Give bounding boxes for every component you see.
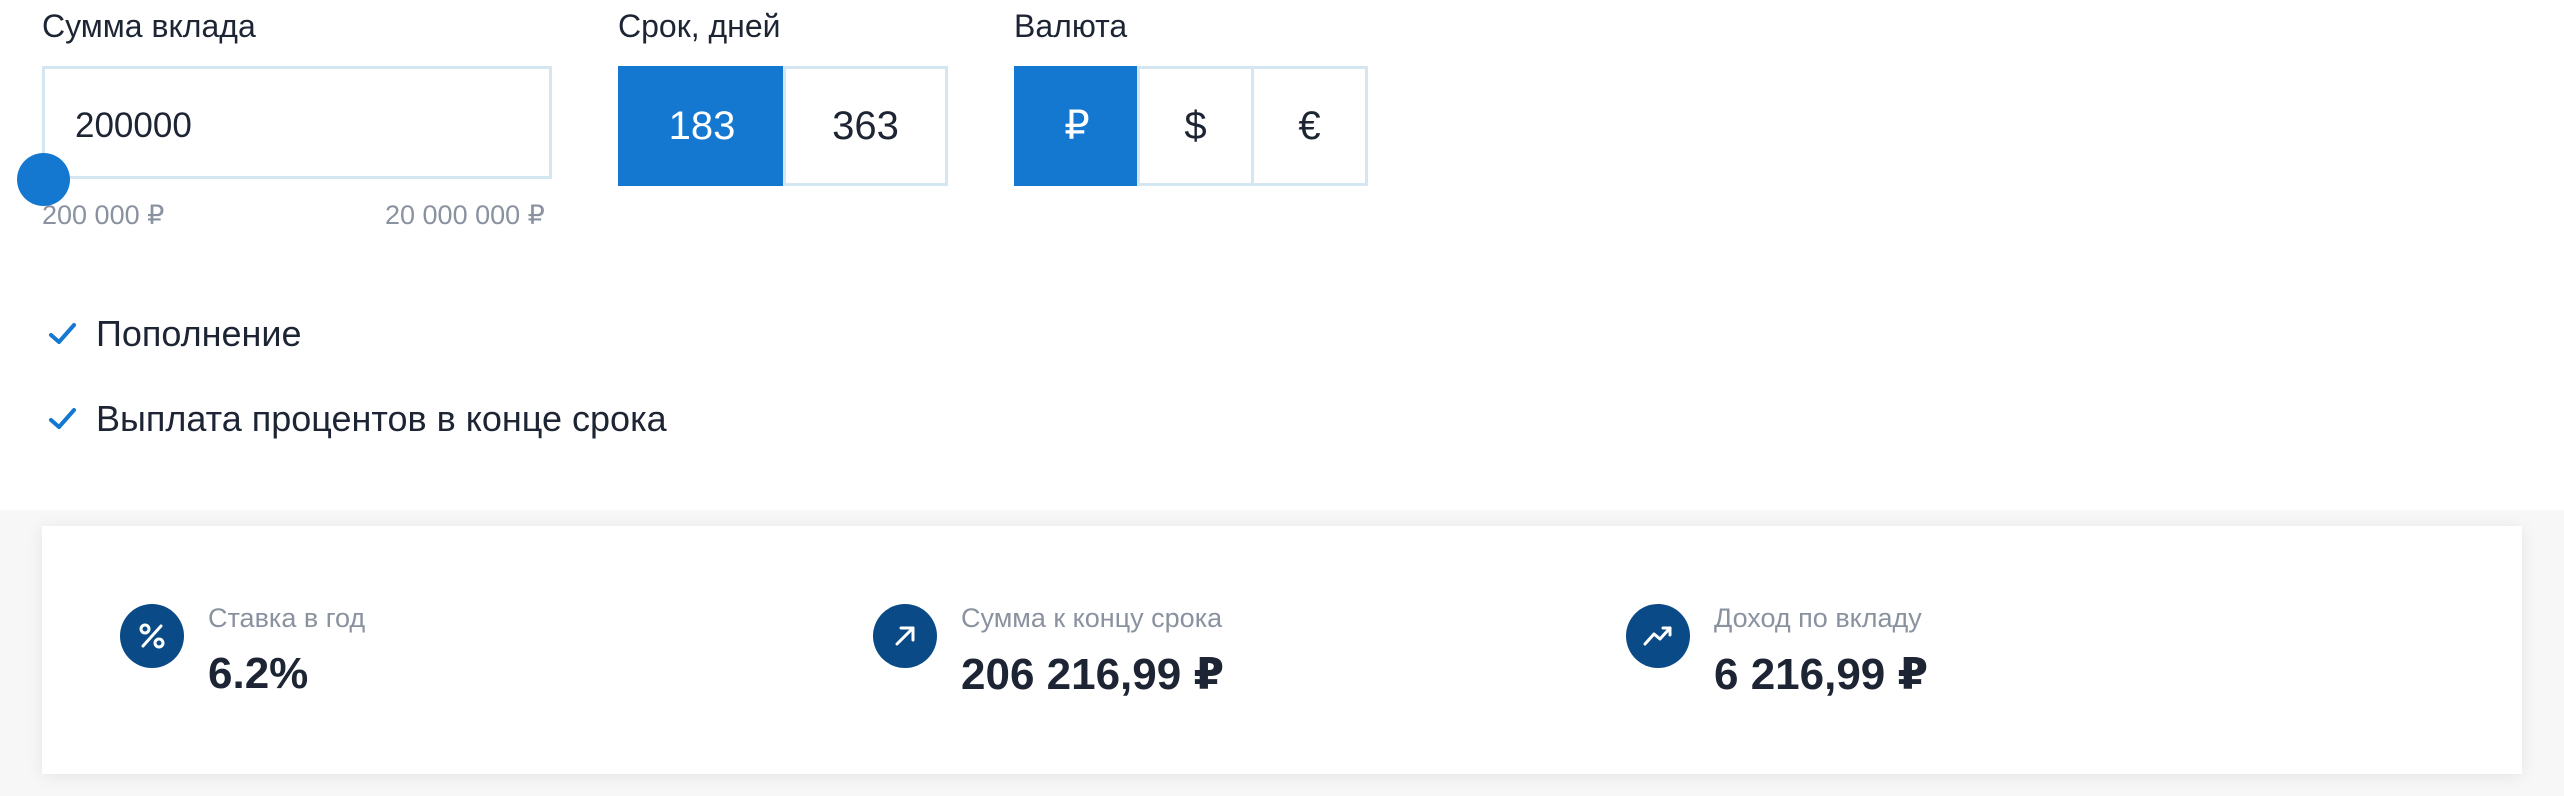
- option-replenishment[interactable]: Пополнение: [46, 313, 302, 355]
- trend-up-icon: [1626, 604, 1690, 668]
- percent-icon: [120, 604, 184, 668]
- currency-option-eur[interactable]: €: [1251, 66, 1368, 186]
- check-icon: [46, 317, 80, 351]
- term-option-363[interactable]: 363: [783, 66, 948, 186]
- currency-segmented-control: ₽ $ €: [1014, 66, 1368, 186]
- amount-label: Сумма вклада: [42, 8, 256, 44]
- amount-value: 200000: [75, 106, 192, 145]
- amount-slider-thumb[interactable]: [17, 153, 70, 206]
- amount-input[interactable]: 200000: [42, 66, 552, 179]
- stat-total-value: 206 216,99 ₽: [961, 650, 1225, 699]
- stat-income-value: 6 216,99 ₽: [1714, 650, 1929, 699]
- term-option-183[interactable]: 183: [618, 66, 786, 186]
- results-card: Ставка в год 6.2% Сумма к концу срока 20…: [42, 526, 2522, 774]
- stat-rate-value: 6.2%: [208, 649, 309, 698]
- stat-income-label: Доход по вкладу: [1714, 603, 1922, 633]
- currency-option-rub[interactable]: ₽: [1014, 66, 1140, 186]
- currency-label: Валюта: [1014, 8, 1128, 44]
- amount-min-label: 200 000 ₽: [42, 200, 165, 230]
- currency-option-usd[interactable]: $: [1137, 66, 1254, 186]
- option-interest-payout-label: Выплата процентов в конце срока: [96, 398, 667, 439]
- amount-max-label: 20 000 000 ₽: [385, 200, 545, 230]
- term-label: Срок, дней: [618, 8, 781, 44]
- check-icon: [46, 402, 80, 436]
- option-interest-payout[interactable]: Выплата процентов в конце срока: [46, 398, 667, 440]
- stat-rate-label: Ставка в год: [208, 603, 366, 633]
- term-segmented-control: 183 363: [618, 66, 948, 186]
- arrow-up-right-icon: [873, 604, 937, 668]
- option-replenishment-label: Пополнение: [96, 313, 302, 354]
- stat-total-label: Сумма к концу срока: [961, 603, 1223, 633]
